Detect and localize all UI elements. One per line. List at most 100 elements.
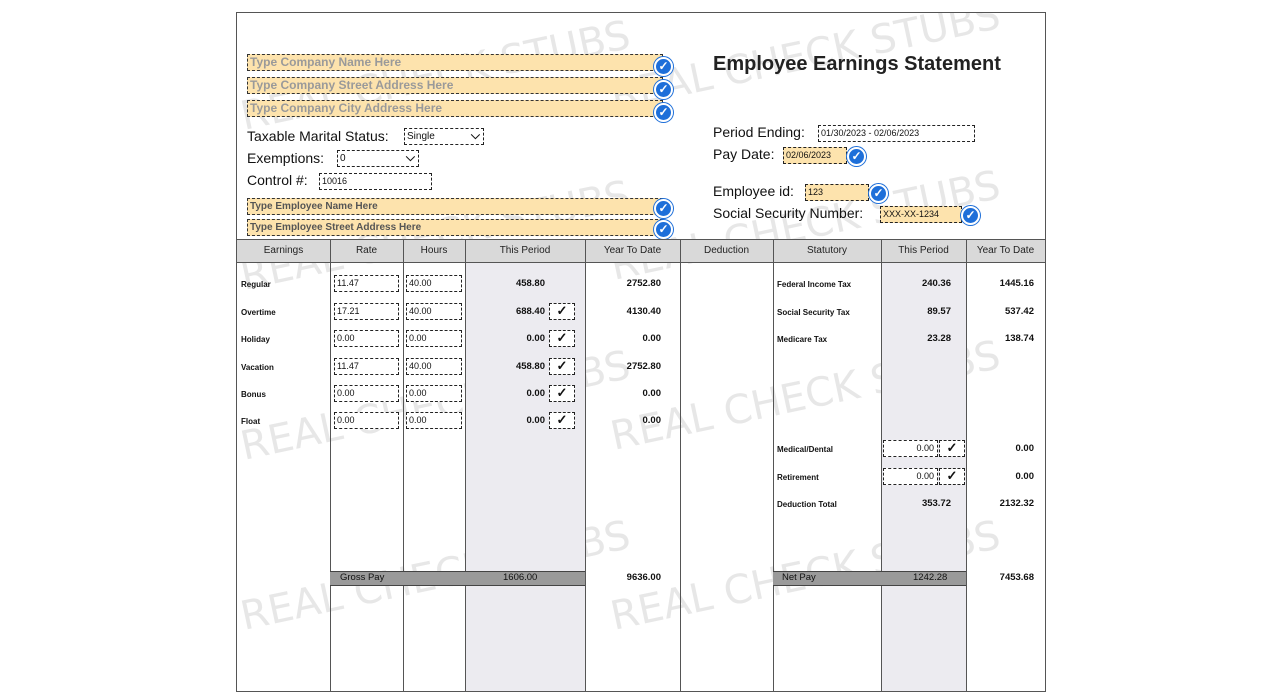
page-title: Employee Earnings Statement [713, 53, 1001, 75]
deduction-period-field[interactable]: 0.00 [883, 468, 938, 485]
header-earnings: Earnings [263, 245, 304, 256]
chevron-down-icon: ⌵ [405, 150, 415, 164]
hours-field[interactable]: 40.00 [406, 303, 462, 320]
gross-pay-period: 1606.00 [503, 572, 538, 583]
divider [773, 585, 966, 586]
divider [465, 239, 466, 691]
table-header: Earnings Rate Hours This Period Year To … [237, 239, 1045, 263]
checkmark-icon: ✓ [961, 206, 980, 225]
employee-name-field[interactable]: Type Employee Name Here [247, 198, 663, 215]
marital-status-value: Single [407, 131, 435, 142]
deduction-label: Medical/Dental [777, 445, 834, 454]
checkmark-icon: ✓ [654, 199, 673, 218]
hours-field[interactable]: 0.00 [406, 330, 462, 347]
net-pay-label: Net Pay [782, 572, 816, 583]
divider [680, 239, 681, 691]
earnings-label: Regular [241, 280, 271, 289]
hours-field[interactable]: 0.00 [406, 385, 462, 402]
period-value: 0.00 [526, 415, 546, 426]
checkmark-icon: ✓ [654, 103, 673, 122]
period-value: 688.40 [515, 306, 545, 317]
header-rate: Rate [355, 245, 378, 256]
checkmark-icon: ✓ [654, 80, 673, 99]
earnings-statement: REAL CHECK STUBS REAL CHECK STUBS REAL C… [236, 12, 1046, 692]
company-city-field[interactable]: Type Company City Address Here [247, 100, 663, 117]
checkbox[interactable]: ✓ [549, 385, 575, 402]
earnings-label: Float [241, 417, 261, 426]
deduction-total-period: 353.72 [921, 498, 951, 509]
company-street-field[interactable]: Type Company Street Address Here [247, 77, 663, 94]
checkbox[interactable]: ✓ [549, 330, 575, 347]
net-pay-ytd: 7453.68 [999, 572, 1034, 583]
rate-field[interactable]: 11.47 [334, 275, 399, 292]
divider [403, 239, 404, 691]
earnings-label: Overtime [241, 308, 276, 317]
marital-status-select[interactable]: Single ⌵ [404, 128, 484, 145]
divider [773, 239, 774, 691]
deduction-total-ytd: 2132.32 [999, 498, 1034, 509]
earnings-label: Holiday [241, 335, 270, 344]
checkbox[interactable]: ✓ [939, 440, 965, 457]
divider [330, 585, 585, 586]
pay-date-field[interactable]: 02/06/2023 [783, 147, 847, 164]
gross-pay-ytd: 9636.00 [626, 572, 661, 583]
checkbox[interactable]: ✓ [939, 468, 965, 485]
divider [585, 239, 586, 691]
employee-id-field[interactable]: 123 [805, 184, 869, 201]
rate-field[interactable]: 0.00 [334, 412, 399, 429]
deduction-label: Deduction Total [777, 500, 837, 509]
control-field[interactable]: 10016 [319, 173, 432, 190]
header-year-to-date-2: Year To Date [976, 245, 1035, 256]
rate-field[interactable]: 0.00 [334, 385, 399, 402]
employee-id-label: Employee id: [713, 183, 794, 199]
statutory-period-value: 89.57 [927, 306, 951, 317]
header-this-period-2: This Period [898, 245, 949, 256]
rate-field[interactable]: 0.00 [334, 330, 399, 347]
ytd-value: 2752.80 [626, 278, 661, 289]
period-column-bg [465, 263, 585, 691]
header-year-to-date: Year To Date [603, 245, 662, 256]
ytd-value: 2752.80 [626, 361, 661, 372]
earnings-label: Bonus [241, 390, 266, 399]
pay-date-label: Pay Date: [713, 146, 775, 162]
rate-field[interactable]: 11.47 [334, 358, 399, 375]
checkbox[interactable]: ✓ [549, 412, 575, 429]
hours-field[interactable]: 40.00 [406, 275, 462, 292]
period-value: 458.80 [515, 278, 545, 289]
checkmark-icon: ✓ [654, 57, 673, 76]
deduction-period-field[interactable]: 0.00 [883, 440, 938, 457]
rate-field[interactable]: 17.21 [334, 303, 399, 320]
deduction-ytd-value: 0.00 [1015, 471, 1035, 482]
divider [966, 239, 967, 691]
statutory-ytd-value: 138.74 [1004, 333, 1034, 344]
header-this-period: This Period [499, 245, 551, 256]
earnings-label: Vacation [241, 363, 274, 372]
header-deduction: Deduction [703, 245, 750, 256]
checkmark-icon: ✓ [847, 147, 866, 166]
employee-street-field[interactable]: Type Employee Street Address Here [247, 219, 663, 236]
net-pay-period: 1242.28 [913, 572, 948, 583]
hours-field[interactable]: 0.00 [406, 412, 462, 429]
ytd-value: 0.00 [642, 388, 662, 399]
statutory-ytd-value: 537.42 [1004, 306, 1034, 317]
deduction-label: Retirement [777, 473, 819, 482]
exemptions-label: Exemptions: [247, 150, 325, 166]
hours-field[interactable]: 40.00 [406, 358, 462, 375]
statutory-label: Medicare Tax [777, 335, 828, 344]
period-value: 0.00 [526, 333, 546, 344]
statutory-period-value: 23.28 [927, 333, 951, 344]
divider [330, 239, 331, 691]
ytd-value: 0.00 [642, 333, 662, 344]
exemptions-select[interactable]: 0 ⌵ [337, 150, 419, 167]
watermark: REAL CHECK STUBS [236, 12, 635, 140]
company-name-field[interactable]: Type Company Name Here [247, 54, 663, 71]
exemptions-value: 0 [340, 153, 346, 164]
period-ending-field[interactable]: 01/30/2023 - 02/06/2023 [818, 125, 975, 142]
ssn-field[interactable]: XXX-XX-1234 [880, 206, 962, 223]
ytd-value: 4130.40 [626, 306, 661, 317]
checkbox[interactable]: ✓ [549, 303, 575, 320]
checkmark-icon: ✓ [869, 184, 888, 203]
period-ending-label: Period Ending: [713, 124, 805, 140]
checkbox[interactable]: ✓ [549, 358, 575, 375]
deduction-ytd-value: 0.00 [1015, 443, 1035, 454]
